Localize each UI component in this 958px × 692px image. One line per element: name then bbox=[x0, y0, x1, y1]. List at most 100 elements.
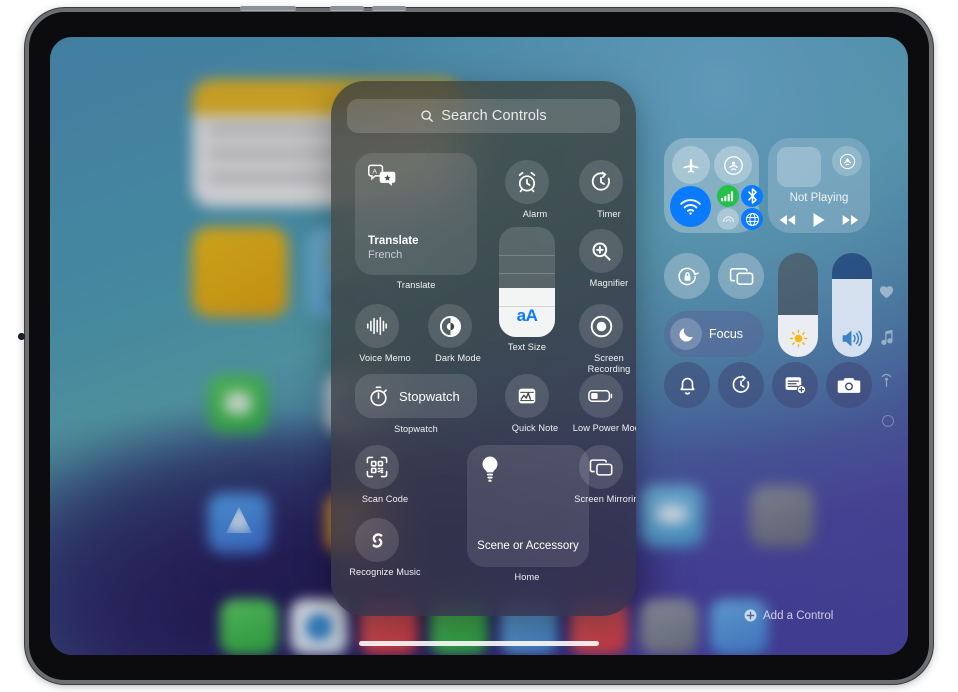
control-timer[interactable] bbox=[579, 160, 623, 204]
volume-down-button[interactable] bbox=[372, 6, 406, 11]
focus-icon-wrapper bbox=[670, 318, 702, 350]
control-alarm[interactable] bbox=[505, 160, 549, 204]
control-low-power-mode[interactable] bbox=[579, 374, 623, 418]
control-dark-mode[interactable] bbox=[428, 304, 472, 348]
control-voice-memo[interactable] bbox=[355, 304, 399, 348]
quick-note-icon bbox=[516, 385, 538, 407]
control-translate-title: Translate bbox=[368, 235, 419, 247]
airplane-mode-button[interactable] bbox=[672, 146, 710, 184]
alarm-clock-icon bbox=[515, 170, 539, 194]
sun-icon bbox=[778, 329, 818, 348]
note-add-icon bbox=[784, 375, 807, 395]
screen-mirroring-icon bbox=[589, 457, 613, 478]
shazam-icon bbox=[365, 528, 390, 553]
control-recognize-music[interactable] bbox=[355, 518, 399, 562]
vpn-button[interactable] bbox=[741, 208, 763, 230]
control-voice-memo-caption: Voice Memo bbox=[359, 353, 411, 363]
control-scan-code[interactable] bbox=[355, 445, 399, 489]
airplay-button[interactable] bbox=[832, 146, 862, 176]
personal-hotspot-button[interactable] bbox=[717, 208, 739, 230]
control-alarm-caption: Alarm bbox=[522, 209, 548, 219]
control-dark-mode-caption: Dark Mode bbox=[435, 353, 481, 363]
media-module: Not Playing bbox=[768, 138, 870, 233]
hearing-icon[interactable] bbox=[879, 373, 894, 388]
sleep-timer-button[interactable] bbox=[718, 362, 764, 408]
airdrop-icon bbox=[723, 155, 744, 176]
camera-icon bbox=[837, 376, 861, 395]
text-size-icon: aA bbox=[516, 306, 538, 325]
moon-icon bbox=[678, 326, 695, 343]
screen-mirroring-toggle[interactable] bbox=[718, 253, 764, 299]
control-text-size[interactable]: aA bbox=[499, 227, 555, 337]
control-translate-caption: Translate bbox=[396, 280, 436, 290]
bell-icon bbox=[677, 374, 698, 396]
volume-slider[interactable] bbox=[832, 253, 872, 357]
control-screen-recording[interactable] bbox=[579, 304, 623, 348]
music-note-icon[interactable] bbox=[880, 329, 894, 345]
vpn-globe-icon bbox=[745, 212, 760, 227]
circle-icon[interactable] bbox=[882, 415, 894, 427]
lightbulb-icon bbox=[479, 455, 501, 485]
control-home-scene-title: Scene or Accessory bbox=[477, 540, 579, 552]
plus-circle-icon bbox=[744, 609, 757, 622]
controls-panel: Search Controls A Translate French Trans… bbox=[331, 81, 636, 616]
rewind-icon[interactable] bbox=[779, 214, 796, 226]
control-stopwatch-label: Stopwatch bbox=[399, 388, 460, 404]
cellular-data-button[interactable] bbox=[717, 185, 739, 207]
qr-scan-icon bbox=[365, 455, 389, 479]
search-controls-bar[interactable]: Search Controls bbox=[347, 99, 620, 133]
fast-forward-icon[interactable] bbox=[842, 214, 859, 226]
hotspot-icon bbox=[721, 212, 736, 226]
add-a-control-label: Add a Control bbox=[763, 609, 834, 622]
control-scan-code-caption: Scan Code bbox=[361, 494, 409, 504]
media-transport-controls bbox=[768, 212, 870, 228]
dark-mode-icon bbox=[438, 314, 463, 339]
quick-note-button[interactable] bbox=[772, 362, 818, 408]
record-icon bbox=[589, 314, 614, 339]
control-translate-subtitle: French bbox=[368, 249, 403, 261]
bluetooth-icon bbox=[747, 188, 758, 204]
connectivity-module bbox=[664, 138, 763, 233]
control-text-size-caption: Text Size bbox=[507, 342, 547, 352]
ipad-screen: Search Controls A Translate French Trans… bbox=[50, 37, 908, 655]
waveform-icon bbox=[365, 315, 389, 337]
airplay-icon bbox=[839, 153, 856, 170]
control-quick-note-caption: Quick Note bbox=[511, 423, 559, 433]
focus-button[interactable]: Focus bbox=[664, 311, 764, 357]
control-stopwatch[interactable]: Stopwatch bbox=[355, 374, 477, 418]
power-button[interactable] bbox=[240, 6, 296, 11]
brightness-slider[interactable] bbox=[778, 253, 818, 357]
control-quick-note[interactable] bbox=[505, 374, 549, 418]
screen-mirroring-icon bbox=[729, 266, 754, 287]
stopwatch-icon bbox=[367, 385, 390, 408]
rotation-lock-icon bbox=[676, 265, 699, 288]
control-home-caption: Home bbox=[514, 572, 540, 582]
control-home-scene[interactable]: Scene or Accessory bbox=[467, 445, 589, 567]
airplane-icon bbox=[681, 155, 701, 175]
speaker-icon bbox=[832, 329, 872, 348]
volume-up-button[interactable] bbox=[330, 6, 364, 11]
control-screen-mirroring-caption: Screen Mirroring bbox=[574, 494, 636, 504]
heart-icon[interactable] bbox=[879, 285, 894, 299]
rotation-lock-button[interactable] bbox=[664, 253, 710, 299]
bluetooth-button[interactable] bbox=[741, 185, 763, 207]
control-translate[interactable]: A Translate French bbox=[355, 153, 477, 275]
wifi-icon bbox=[679, 197, 702, 216]
home-indicator[interactable] bbox=[359, 641, 599, 646]
battery-icon bbox=[588, 388, 614, 404]
timer-icon bbox=[589, 170, 613, 194]
control-timer-caption: Timer bbox=[597, 209, 621, 219]
search-controls-placeholder: Search Controls bbox=[441, 108, 547, 124]
add-a-control-button[interactable]: Add a Control bbox=[744, 609, 833, 622]
camera-button[interactable] bbox=[826, 362, 872, 408]
control-recognize-music-caption: Recognize Music bbox=[349, 567, 421, 577]
control-screen-mirroring[interactable] bbox=[579, 445, 623, 489]
silent-mode-button[interactable] bbox=[664, 362, 710, 408]
play-icon[interactable] bbox=[812, 212, 826, 228]
control-magnifier[interactable] bbox=[579, 229, 623, 273]
airdrop-button[interactable] bbox=[714, 146, 752, 184]
control-stopwatch-caption: Stopwatch bbox=[394, 424, 438, 434]
wifi-button[interactable] bbox=[670, 186, 711, 227]
media-artwork bbox=[777, 147, 821, 187]
control-low-power-mode-caption: Low Power Mode bbox=[572, 423, 636, 433]
